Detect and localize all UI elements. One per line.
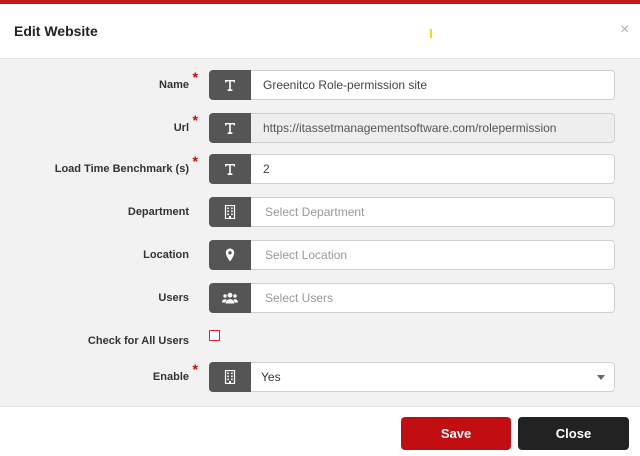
department-label: Department [127, 206, 189, 218]
required-star: * [192, 153, 198, 169]
benchmark-row: Load Time Benchmark (s) * [0, 154, 640, 184]
modal-title: Edit Website [14, 23, 98, 39]
building-icon [209, 197, 251, 227]
benchmark-input[interactable] [251, 154, 615, 184]
benchmark-label: Load Time Benchmark (s) [54, 163, 189, 175]
name-label: Name [159, 79, 189, 91]
check-all-users-row: Check for All Users [0, 325, 640, 355]
required-star: * [192, 361, 198, 377]
modal-footer: Save Close [0, 406, 640, 456]
users-row: Users [0, 283, 640, 313]
location-row: Location [0, 240, 640, 270]
enable-label: Enable [152, 371, 189, 383]
department-row: Department [0, 197, 640, 227]
required-star: * [192, 69, 198, 85]
department-select[interactable] [251, 197, 615, 227]
map-marker-icon [209, 240, 251, 270]
enable-row: Enable * Yes [0, 362, 640, 392]
users-label: Users [158, 292, 189, 304]
save-button[interactable]: Save [401, 417, 511, 450]
check-all-users-label: Check for All Users [87, 335, 189, 347]
building-icon [209, 362, 251, 392]
modal-body: Name * Url * Load Time Benchmark (s) * D… [0, 59, 640, 406]
name-row: Name * [0, 70, 640, 100]
cursor-marker [430, 29, 432, 38]
location-label: Location [143, 249, 189, 261]
modal-header: Edit Website × [0, 4, 640, 59]
chevron-down-icon [597, 375, 605, 380]
users-icon [209, 283, 251, 313]
url-row: Url * [0, 113, 640, 143]
text-icon [209, 154, 251, 184]
required-star: * [192, 112, 198, 128]
text-icon [209, 70, 251, 100]
location-select[interactable] [251, 240, 615, 270]
url-input[interactable] [251, 113, 615, 143]
name-input[interactable] [251, 70, 615, 100]
check-all-users-checkbox[interactable] [209, 330, 220, 341]
enable-selected-value: Yes [261, 370, 281, 384]
text-icon [209, 113, 251, 143]
close-icon[interactable]: × [620, 21, 629, 39]
users-select[interactable] [251, 283, 615, 313]
enable-select[interactable]: Yes [251, 362, 615, 392]
url-label: Url [173, 122, 189, 134]
close-button[interactable]: Close [518, 417, 629, 450]
